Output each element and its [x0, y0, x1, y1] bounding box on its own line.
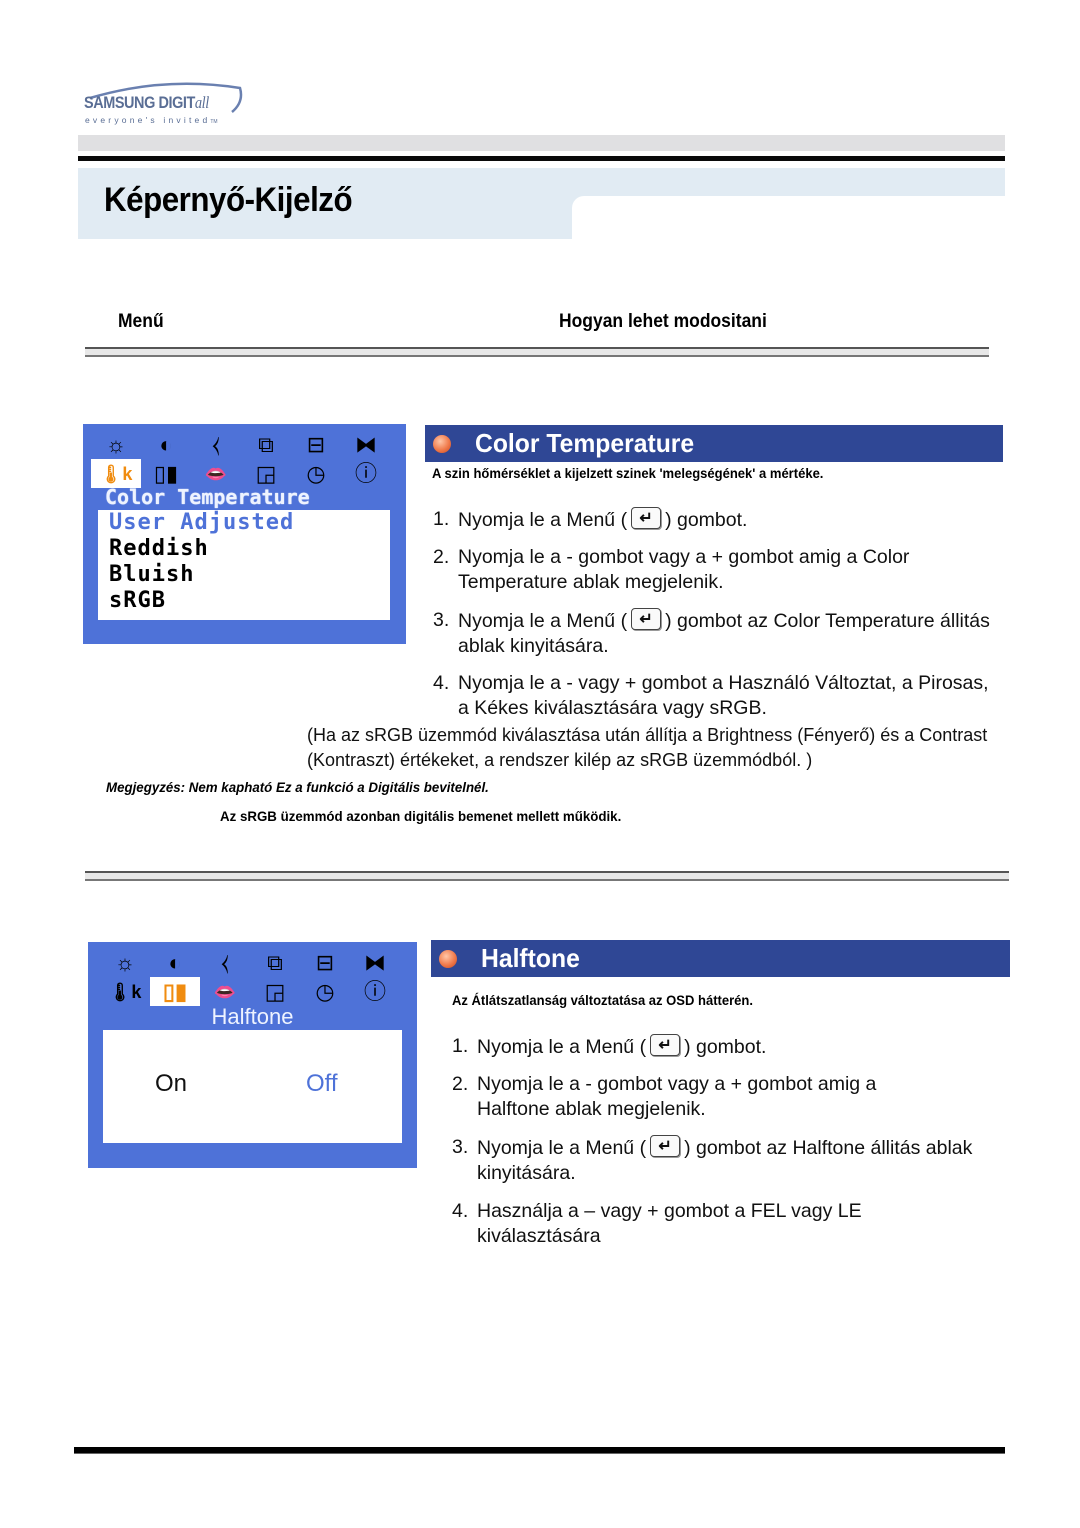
osd-option-off[interactable]: Off	[306, 1070, 338, 1098]
step-text: ) gombot.	[665, 509, 748, 531]
step-text: Nyomja le a - gombot vagy a + gombot ami…	[458, 546, 910, 593]
brightness-icon: ☼	[114, 949, 136, 975]
step-4: 4. Nyomja le a - vagy + gombot a Használ…	[433, 671, 993, 721]
step-text: Nyomja le a - vagy + gombot a Használó V…	[458, 672, 989, 719]
osd-icon-grid: ☼ ◐ ⧼ ⧉ ⊟ ⧓ 🌡k ▯▮ 👄 ◲ ◷ ⓘ	[91, 430, 391, 488]
enter-key-icon	[631, 607, 662, 632]
osd-options: On Off	[103, 1030, 402, 1143]
step-number: 4.	[452, 1200, 469, 1222]
step-2: 2. Nyomja le a - gombot vagy a + gombot …	[452, 1072, 942, 1122]
osd-option-srgb[interactable]: sRGB	[109, 588, 390, 614]
color-temperature-icon: 🌡k	[91, 459, 141, 488]
osd-option-bluish[interactable]: Bluish	[109, 562, 390, 588]
osd-option-on[interactable]: On	[155, 1070, 187, 1098]
osd-icon-grid: ☼ ◐ ⧼ ⧉ ⊟ ⧓ 🌡k ▯▮ 👄 ◲ ◷ ⓘ	[100, 948, 400, 1006]
size-icon: ⧉	[267, 949, 283, 975]
osd-halftone: ☼ ◐ ⧼ ⧉ ⊟ ⧓ 🌡k ▯▮ 👄 ◲ ◷ ⓘ Halftone On Of…	[88, 942, 417, 1168]
step-4: 4. Használja a – vagy + gombot a FEL vag…	[452, 1199, 932, 1249]
step-3: 3. Nyomja le a Menű () gombot az Halfton…	[452, 1134, 992, 1186]
language-icon: 👄	[204, 463, 228, 484]
contrast-icon: ◐	[168, 949, 182, 975]
osd-option-reddish[interactable]: Reddish	[109, 536, 390, 562]
section-heading-color-temperature: Color Temperature	[425, 425, 1003, 462]
halftone-icon: ▯▮	[150, 977, 200, 1006]
pip-icon: ◲	[255, 460, 277, 486]
step-1: 1. Nyomja le a Menű ( ) gombot.	[433, 506, 1003, 533]
info-icon: ⓘ	[354, 460, 377, 486]
section-title: Color Temperature	[475, 428, 695, 458]
step-3: 3. Nyomja le a Menű () gombot az Color T…	[433, 607, 1008, 659]
remark-note: Megjegyzés: Nem kapható Ez a funkció a D…	[106, 779, 489, 795]
step-text: Nyomja le a Menű (	[477, 1137, 647, 1159]
info-icon: ⓘ	[363, 978, 386, 1004]
bullet-icon	[433, 434, 451, 453]
logo-wordmark: SAMSUNG DIGITall	[84, 93, 209, 112]
title-band-notch	[572, 196, 1005, 246]
contrast-icon: ◐	[159, 431, 173, 457]
srgb-note: (Ha az sRGB üzemmód kiválasztása után ál…	[307, 725, 988, 770]
color-temperature-icon: 🌡k	[108, 981, 142, 1002]
step-text: Nyomja le a Menű (	[458, 610, 628, 632]
step-number: 3.	[433, 609, 450, 631]
enter-key-icon	[631, 506, 662, 531]
step-text: Nyomja le a Menű (	[477, 1036, 647, 1058]
section-heading-halftone: Halftone	[431, 940, 1010, 977]
position-icon: ⧼	[221, 949, 229, 975]
position-icon: ⧼	[212, 431, 220, 457]
step-text: ) gombot.	[684, 1036, 767, 1058]
timer-icon: ◷	[306, 460, 326, 486]
samsung-logo: SAMSUNG DIGITall everyone's invitedTM	[82, 82, 262, 128]
brightness-icon: ☼	[105, 431, 127, 457]
zoom-icon: ⧓	[355, 431, 377, 457]
osd-options: User Adjusted Reddish Bluish sRGB	[98, 510, 390, 620]
enter-key-icon	[650, 1033, 681, 1058]
zoom-icon: ⧓	[364, 949, 386, 975]
header-divider	[85, 347, 989, 357]
step-text: Használja a – vagy + gombot a FEL vagy L…	[477, 1200, 862, 1247]
bullet-icon	[439, 949, 457, 968]
header-grey-bar	[78, 135, 1005, 151]
column-header-how: Hogyan lehet modositani	[559, 311, 767, 332]
section-title: Halftone	[481, 943, 580, 973]
logo-tagline: everyone's invitedTM	[85, 115, 218, 125]
timer-icon: ◷	[315, 978, 335, 1004]
section-description: A szin hőmérséklet a kijelzett szinek 'm…	[432, 465, 824, 481]
step-number: 2.	[433, 546, 450, 568]
step-number: 1.	[452, 1035, 469, 1057]
step-2: 2. Nyomja le a - gombot vagy a + gombot …	[433, 545, 1003, 595]
footer-rule	[74, 1447, 1005, 1454]
column-header-menu: Menű	[118, 311, 164, 332]
header-black-rule	[78, 156, 1005, 161]
enter-key-icon	[650, 1134, 681, 1159]
step-number: 2.	[452, 1073, 469, 1095]
page-title: Képernyő-Kijelző	[104, 181, 353, 219]
section-description: Az Átlátszatlanság változtatása az OSD h…	[452, 992, 754, 1008]
pip-icon: ◲	[264, 978, 286, 1004]
language-icon: 👄	[213, 981, 237, 1002]
step-number: 4.	[433, 672, 450, 694]
osd-heading: Color Temperature	[105, 485, 310, 509]
osd-option-user-adjusted[interactable]: User Adjusted	[109, 510, 390, 536]
osd-heading: Halftone	[211, 1004, 294, 1029]
section-divider	[85, 871, 1009, 881]
halftone-icon: ▯▮	[153, 460, 179, 486]
osd-color-temperature: ☼ ◐ ⧼ ⧉ ⊟ ⧓ 🌡k ▯▮ 👄 ◲ ◷ ⓘ Color Temperat…	[83, 424, 406, 644]
step-1: 1. Nyomja le a Menű ( ) gombot.	[452, 1033, 1007, 1060]
step-number: 1.	[433, 508, 450, 530]
step-text: Nyomja le a Menű (	[458, 509, 628, 531]
size-icon: ⧉	[258, 431, 274, 457]
step-number: 3.	[452, 1136, 469, 1158]
step-text: Nyomja le a - gombot vagy a + gombot ami…	[477, 1073, 877, 1120]
remark-note-2: Az sRGB üzemmód azonban digitális bemene…	[220, 808, 622, 824]
image-icon: ⊟	[315, 949, 335, 975]
image-icon: ⊟	[306, 431, 326, 457]
